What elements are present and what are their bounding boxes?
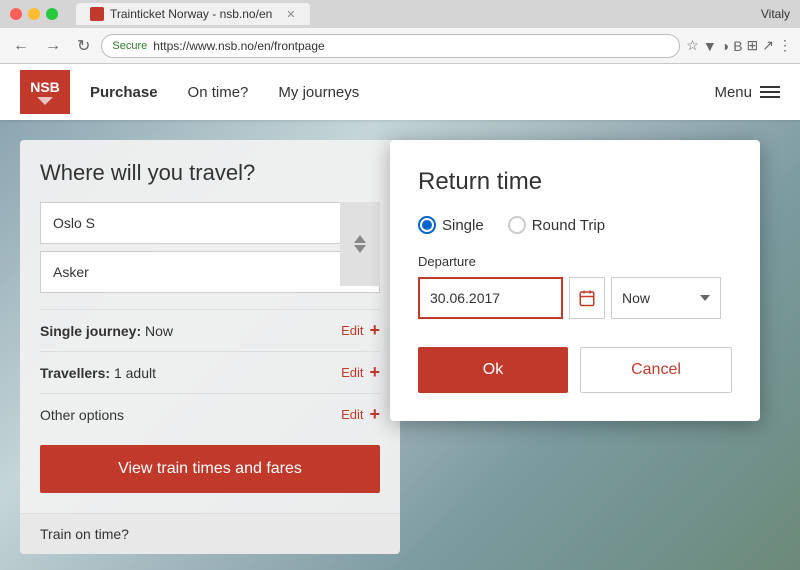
more-icon[interactable]: ⋮ (778, 37, 792, 54)
website: NSB Purchase On time? My journeys Menu W… (0, 64, 800, 570)
view-trains-button[interactable]: View train times and fares (40, 445, 380, 493)
other-options-label: Other options (40, 407, 341, 423)
trip-type-radio-group: Single Round Trip (418, 216, 732, 234)
tab-favicon (90, 7, 104, 21)
browser-toolbar: ← → ↻ Secure https://www.nsb.no/en/front… (0, 28, 800, 64)
search-panel-footer: Train on time? (20, 513, 400, 554)
ham-line-2 (760, 91, 780, 93)
bookmark-icon[interactable]: ☆ (686, 37, 699, 54)
travellers-label-strong: Travellers: (40, 365, 110, 381)
extension-icon4[interactable]: ⊞ (747, 37, 759, 54)
traffic-light-close[interactable] (10, 8, 22, 20)
travellers-option-label: Travellers: 1 adult (40, 365, 341, 381)
single-radio-dot (422, 220, 432, 230)
roundtrip-radio-label: Round Trip (532, 217, 605, 234)
departure-inputs: Now 06:00 12:00 (418, 277, 732, 319)
address-url: https://www.nsb.no/en/frontpage (153, 39, 669, 53)
nav-myjourneys[interactable]: My journeys (278, 84, 359, 101)
time-select[interactable]: Now 06:00 12:00 (611, 277, 721, 319)
journey-plus-icon[interactable]: + (369, 320, 380, 341)
nsb-logo: NSB (20, 70, 70, 114)
search-panel: Where will you travel? (20, 140, 400, 554)
menu-button[interactable]: Menu (714, 84, 780, 101)
journey-value: Now (145, 323, 173, 339)
extension-icon5[interactable]: ↗ (762, 37, 774, 54)
tab-close-icon[interactable]: ✕ (286, 8, 295, 21)
calendar-icon (578, 289, 596, 307)
single-radio-option[interactable]: Single (418, 216, 484, 234)
other-options-row: Other options Edit + (40, 393, 380, 435)
main-content: Where will you travel? (0, 120, 800, 570)
browser-tab[interactable]: Trainticket Norway - nsb.no/en ✕ (76, 3, 310, 25)
from-input[interactable] (40, 202, 380, 244)
cancel-button[interactable]: Cancel (580, 347, 732, 393)
journey-label-strong: Single journey: (40, 323, 141, 339)
ok-button[interactable]: Ok (418, 347, 568, 393)
hamburger-icon (760, 86, 780, 98)
travellers-edit-link[interactable]: Edit (341, 365, 363, 380)
reload-button[interactable]: ↻ (72, 34, 95, 58)
browser-user-label: Vitaly (761, 7, 790, 21)
forward-button[interactable]: → (40, 35, 66, 57)
extension-icon1[interactable]: ▼ (703, 38, 717, 54)
travellers-value: 1 adult (114, 365, 156, 381)
departure-section: Departure Now 06:00 (418, 254, 732, 319)
to-input-group (40, 252, 380, 293)
nav-ontime[interactable]: On time? (188, 84, 249, 101)
toolbar-icons: ☆ ▼ ◑ B ⊞ ↗ ⋮ (686, 37, 792, 54)
journey-edit-link[interactable]: Edit (341, 323, 363, 338)
secure-badge: Secure (112, 40, 147, 52)
roundtrip-radio-option[interactable]: Round Trip (508, 216, 605, 234)
search-options: Single journey: Now Edit + Travellers: 1… (40, 309, 380, 435)
date-input[interactable] (418, 277, 563, 319)
return-time-modal: Return time Single Round Trip Departure (390, 140, 760, 421)
to-input[interactable] (40, 251, 380, 293)
modal-title: Return time (418, 168, 732, 196)
arrow-up-icon[interactable] (354, 235, 366, 243)
nsb-logo-text: NSB (30, 79, 60, 95)
extension-icon2[interactable]: ◑ (721, 38, 729, 54)
modal-actions: Ok Cancel (418, 347, 732, 393)
other-options-edit-link[interactable]: Edit (341, 407, 363, 422)
departure-label: Departure (418, 254, 732, 269)
address-bar[interactable]: Secure https://www.nsb.no/en/frontpage (101, 34, 680, 58)
travel-inputs (40, 202, 380, 293)
nav-links: Purchase On time? My journeys (90, 84, 359, 101)
footer-label: Train on time? (40, 526, 129, 542)
other-options-plus-icon[interactable]: + (369, 404, 380, 425)
from-input-group (40, 202, 380, 244)
back-button[interactable]: ← (8, 35, 34, 57)
menu-label: Menu (714, 84, 752, 101)
traffic-light-maximize[interactable] (46, 8, 58, 20)
nav-purchase[interactable]: Purchase (90, 84, 158, 101)
swap-arrows[interactable] (340, 202, 380, 286)
search-panel-content: Where will you travel? (20, 140, 400, 513)
single-radio-label: Single (442, 217, 484, 234)
traffic-light-minimize[interactable] (28, 8, 40, 20)
journey-option-row: Single journey: Now Edit + (40, 309, 380, 351)
nsb-logo-arrow (37, 97, 53, 105)
browser-chrome: Trainticket Norway - nsb.no/en ✕ Vitaly … (0, 0, 800, 64)
nsb-nav: NSB Purchase On time? My journeys Menu (0, 64, 800, 120)
time-select-wrapper: Now 06:00 12:00 (611, 277, 721, 319)
ham-line-3 (760, 96, 780, 98)
tab-title: Trainticket Norway - nsb.no/en (110, 7, 272, 21)
extension-icon3[interactable]: B (733, 38, 742, 54)
travellers-plus-icon[interactable]: + (369, 362, 380, 383)
calendar-button[interactable] (569, 277, 605, 319)
journey-option-label: Single journey: Now (40, 323, 341, 339)
travellers-option-row: Travellers: 1 adult Edit + (40, 351, 380, 393)
ham-line-1 (760, 86, 780, 88)
browser-titlebar: Trainticket Norway - nsb.no/en ✕ Vitaly (0, 0, 800, 28)
single-radio-input[interactable] (418, 216, 436, 234)
arrow-down-icon[interactable] (354, 245, 366, 253)
search-title: Where will you travel? (40, 160, 380, 186)
roundtrip-radio-input[interactable] (508, 216, 526, 234)
